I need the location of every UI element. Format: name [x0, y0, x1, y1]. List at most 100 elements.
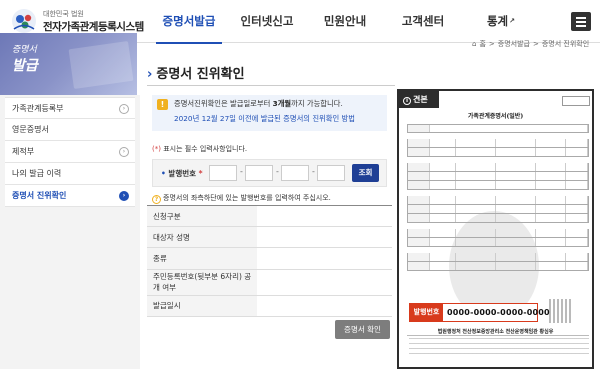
notice-icon: ! [157, 99, 168, 110]
hint-text: 증명서의 좌측하단에 있는 발행번호를 입력하여 주십시오. [163, 194, 331, 202]
info-icon: i [403, 97, 411, 105]
breadcrumb-current: 증명서 진위확인 [541, 40, 590, 48]
menu-line [576, 17, 586, 19]
chevron-right-icon: › [119, 147, 129, 157]
table-row: 대상자 성명 [147, 226, 392, 249]
title-bullet-icon: › [147, 67, 153, 82]
nav-label: 통계 [486, 14, 509, 28]
row-label: 대상자 성명 [147, 226, 257, 249]
notice-text: 증명서진위확인은 발급일로부터 3개월까지 가능합니다. [174, 99, 343, 109]
sidebar-banner: 증명서 발급 [0, 33, 137, 95]
doc-row [407, 124, 589, 133]
issue-number-field-3[interactable] [281, 165, 309, 181]
notice-box: ! 증명서진위확인은 발급일로부터 3개월까지 가능합니다. 2020년 12월… [152, 95, 387, 131]
sidebar-item-label: 가족관계등록부 [12, 104, 64, 113]
table-row: 종류 [147, 247, 392, 270]
doc-row [407, 163, 589, 172]
sidebar-item-verify[interactable]: 증명서 진위확인 › [5, 185, 135, 207]
external-link-icon: ↗ [509, 17, 516, 25]
notice-text-a: 증명서진위확인은 발급일로부터 [174, 99, 273, 108]
sidebar-item-label: 나의 발급 이력 [12, 169, 62, 178]
court-logo-icon [12, 9, 36, 33]
doc-row [407, 181, 589, 190]
doc-fine-print [409, 338, 589, 358]
sample-certificate: i 견본 가족관계증명서(일반) 발행번호 0000-0000-0000-0000… [397, 89, 594, 369]
page-title: › 증명서 진위확인 [147, 63, 245, 82]
required-star: (*) [152, 145, 161, 153]
banner-decoration [68, 41, 134, 89]
label-dot: • [161, 169, 166, 178]
doc-row [407, 172, 589, 181]
nav-certificate-issue[interactable]: 증명서발급 [150, 0, 228, 44]
issue-number-field-2[interactable] [245, 165, 273, 181]
nav-label: 인터넷신고 [240, 14, 294, 28]
issue-number-value: 0000-0000-0000-0000 [447, 308, 550, 317]
search-button[interactable]: 조회 [352, 164, 379, 182]
nav-civil-guide[interactable]: 민원안내 [306, 0, 384, 43]
issue-number-hint: ? 증명서의 좌측하단에 있는 발행번호를 입력하여 주십시오. [152, 193, 331, 204]
nav-label: 증명서발급 [162, 14, 216, 28]
required-note: (*) 표시는 필수 입력사항입니다. [152, 144, 247, 154]
doc-row [407, 262, 589, 271]
doc-row [407, 139, 589, 148]
issue-number-form: • 발행번호 * - - - 조회 [152, 159, 387, 187]
doc-row [407, 229, 589, 238]
nav-customer-center[interactable]: 고객센터 [384, 0, 462, 43]
sidebar-item-my-history[interactable]: 나의 발급 이력 [5, 163, 135, 185]
sidebar-item-family-register[interactable]: 가족관계등록부 › [5, 97, 135, 119]
sidebar-item-english-certificate[interactable]: 영문증명서 [5, 119, 135, 141]
dash-separator: - [312, 167, 315, 176]
logo-subtitle: 대한민국 법원 [43, 10, 84, 18]
row-value [257, 226, 392, 249]
sample-tag-text: 견본 [413, 95, 428, 104]
home-icon: ⌂ [472, 40, 477, 48]
menu-line [576, 25, 586, 27]
sample-tag: i 견본 [399, 91, 439, 108]
row-value [257, 269, 392, 296]
banner-line1: 증명서 [12, 45, 37, 55]
doc-stamp [562, 96, 590, 106]
notice-text-c: 까지 가능합니다. [291, 99, 343, 108]
doc-title: 가족관계증명서(일반) [467, 113, 524, 120]
nav-label: 고객센터 [401, 14, 445, 28]
row-value [257, 247, 392, 270]
nav-statistics[interactable]: 통계↗ [462, 0, 540, 43]
issue-number-field-1[interactable] [209, 165, 237, 181]
banner-line2: 발급 [12, 58, 38, 74]
sample-issue-number: 발행번호 0000-0000-0000-0000 [409, 303, 550, 322]
doc-row [407, 196, 589, 205]
row-value [257, 295, 392, 318]
verification-result-table: 신청구분 대상자 성명 종류 주민등록번호(뒷부분 6자리) 공개 여부 발급일… [147, 205, 392, 318]
row-value [257, 205, 392, 228]
nav-internet-report[interactable]: 인터넷신고 [228, 0, 306, 43]
issue-number-field-4[interactable] [317, 165, 345, 181]
notice-text-emphasis: 3개월 [272, 99, 292, 108]
doc-row [407, 253, 589, 262]
required-star: * [198, 169, 203, 178]
sidebar-item-label: 증명서 진위확인 [12, 191, 67, 200]
issue-number-label-text: 발행번호 [168, 169, 197, 178]
view-certificate-button[interactable]: 증명서 확인 [335, 320, 390, 339]
help-icon: ? [152, 195, 161, 204]
table-row: 발급일시 [147, 295, 392, 318]
logo-title: 전자가족관계등록시스템 [43, 21, 144, 33]
page-title-text: 증명서 진위확인 [156, 67, 245, 82]
nav-label: 민원안내 [323, 14, 367, 28]
breadcrumb-level1[interactable]: 증명서발급 [498, 40, 530, 48]
hamburger-menu-button[interactable] [571, 12, 591, 31]
doc-divider [407, 335, 589, 336]
breadcrumb-home[interactable]: 홈 [479, 40, 485, 48]
row-label: 발급일시 [147, 295, 257, 318]
breadcrumb: ⌂ 홈 > 증명서발급 > 증명서 진위확인 [472, 39, 592, 49]
table-row: 주민등록번호(뒷부분 6자리) 공개 여부 [147, 269, 392, 296]
doc-table [407, 124, 589, 271]
menu-line [576, 21, 586, 23]
sidebar-item-removal-register[interactable]: 제적부 › [5, 141, 135, 163]
old-certificate-link[interactable]: 2020년 12월 27일 이전에 발급된 증명서의 진위확인 방법 [174, 114, 355, 124]
row-label: 주민등록번호(뒷부분 6자리) 공개 여부 [147, 269, 257, 296]
doc-row [407, 214, 589, 223]
doc-barcode [549, 299, 573, 323]
required-text: 표시는 필수 입력사항입니다. [160, 145, 248, 153]
doc-row [407, 238, 589, 247]
row-label: 신청구분 [147, 205, 257, 228]
